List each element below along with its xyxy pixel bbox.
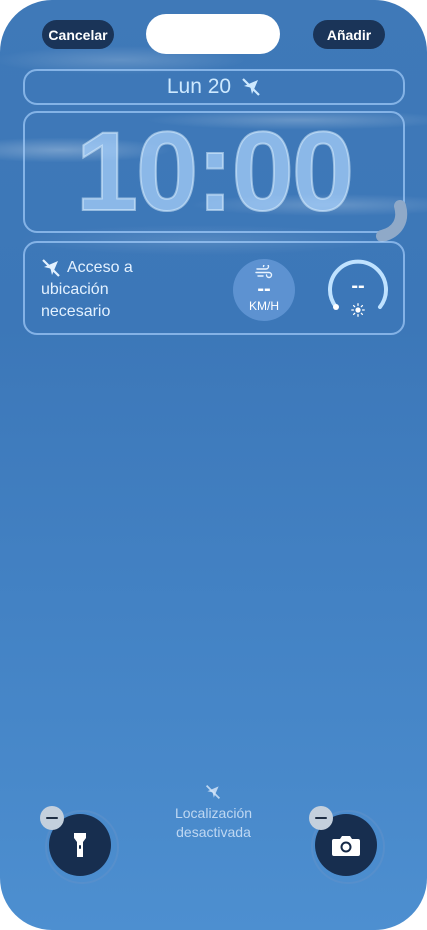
uv-gauge-widget[interactable]: -- — [325, 257, 391, 323]
lock-screen-editor: Cancelar Añadir Lun 20 10:00 Acceso a ub… — [0, 0, 427, 930]
wind-icon — [255, 265, 273, 279]
add-label: Añadir — [326, 26, 372, 43]
location-off-icon — [205, 784, 221, 800]
location-off-icon — [242, 78, 260, 96]
uv-value: -- — [351, 275, 365, 297]
location-line-1: Acceso a — [67, 259, 133, 276]
resize-handle[interactable] — [374, 200, 408, 244]
location-status-line-2: desactivada — [176, 824, 251, 840]
date-widget-area[interactable]: Lun 20 — [23, 69, 405, 105]
location-status-line-1: Localización — [174, 805, 253, 821]
cancel-label: Cancelar — [48, 26, 108, 43]
location-line-2: ubicación — [41, 281, 109, 298]
camera-icon — [332, 836, 360, 856]
remove-flashlight-button[interactable] — [40, 806, 64, 830]
cancel-button[interactable]: Cancelar — [42, 20, 114, 49]
location-line-3: necesario — [41, 303, 111, 320]
remove-camera-button[interactable] — [309, 806, 333, 830]
location-off-icon — [42, 259, 60, 277]
clock-area[interactable]: 10:00 — [23, 111, 405, 233]
sun-icon — [351, 303, 365, 317]
gauge-indicator-dot — [333, 304, 339, 310]
clock-time: 10:00 — [75, 109, 355, 234]
widgets-area[interactable]: Acceso a ubicación necesario -- KM/H -- — [23, 241, 405, 335]
wind-value: -- — [257, 278, 271, 300]
flashlight-icon — [74, 833, 86, 857]
wind-widget[interactable]: -- KM/H — [233, 259, 295, 321]
add-button[interactable]: Añadir — [313, 20, 385, 49]
location-status: Localización desactivada — [150, 804, 277, 842]
location-access-widget[interactable]: Acceso a ubicación necesario — [41, 257, 241, 323]
date-label: Lun 20 — [166, 75, 232, 98]
dynamic-island — [146, 14, 280, 54]
wind-unit: KM/H — [249, 299, 279, 313]
